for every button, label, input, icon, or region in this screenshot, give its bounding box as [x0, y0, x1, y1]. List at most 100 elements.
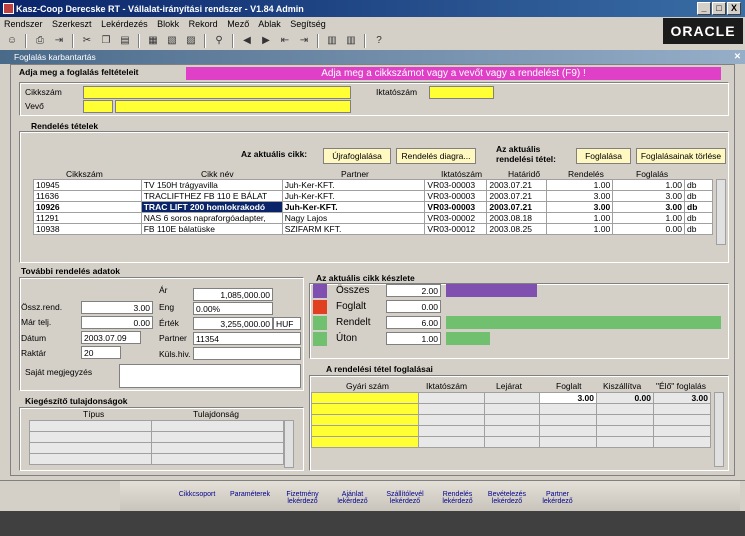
ossz-label: Össz.rend. [21, 302, 63, 312]
app-icon [3, 3, 14, 14]
iktato-input[interactable] [429, 86, 494, 99]
vevo-code-input[interactable] [83, 100, 113, 113]
ertek-field: 3,255,000.00 [193, 317, 273, 330]
link-bevetelezes[interactable]: Bevételezés lekérdező [482, 491, 532, 505]
minimize-button[interactable]: _ [697, 2, 711, 15]
vevo-name-input[interactable] [115, 100, 351, 113]
link-partner[interactable]: Partner lekérdező [535, 491, 580, 505]
first-icon[interactable]: ⇤ [277, 34, 293, 48]
extra-scrollbar[interactable] [284, 420, 294, 468]
kulshiv-field [193, 347, 301, 360]
col-tipus: Típus [83, 409, 105, 419]
datum-label: Dátum [21, 333, 47, 343]
stock-value: 6.00 [386, 316, 441, 329]
delete-reservations-button[interactable]: Foglalásainak törlése [636, 148, 726, 164]
note-input[interactable] [119, 364, 301, 388]
window-titlebar: Kasz-Coop Derecske RT - Vállalat-irányít… [0, 0, 745, 17]
datum-field: 2003.07.09 [81, 331, 141, 344]
table-row[interactable]: 11636 TRACLIFTHEZ FB 110 E BÁLAT Juh-Ker-K… [33, 190, 713, 202]
currency-field: HUF [273, 317, 301, 330]
last-icon[interactable]: ⇥ [296, 34, 312, 48]
eng-field: 0.00% [193, 302, 273, 315]
col-rendeles: Rendelés [568, 169, 604, 179]
cut-icon[interactable]: ✂ [79, 34, 95, 48]
menu-segitseg[interactable]: Segítség [290, 19, 326, 29]
kulshiv-label: Küls.hiv. [159, 349, 191, 359]
col-foglalas: Foglalás [636, 169, 669, 179]
save-icon[interactable]: ☺ [4, 34, 20, 48]
clear-record-icon[interactable]: ▨ [183, 34, 199, 48]
reserve-button[interactable]: Foglalása [576, 148, 631, 164]
link-parameterek[interactable]: Paraméterek [225, 491, 275, 498]
details-title: További rendelés adatok [21, 266, 121, 276]
table-row[interactable]: 3.00 0.00 3.00 [311, 392, 711, 404]
partner-label: Partner [159, 333, 187, 343]
paste-icon[interactable]: ▤ [117, 34, 133, 48]
reserve-again-button[interactable]: Újrafoglalása [323, 148, 391, 164]
reservations-scrollbar[interactable] [714, 392, 724, 467]
vevo-label: Vevő [25, 101, 44, 111]
maximize-button[interactable]: □ [712, 2, 726, 15]
table-row[interactable]: 11291 NAS 6 soros napraforgóadapter, Nagy … [33, 212, 713, 224]
form-close-icon[interactable]: ✕ [734, 51, 741, 62]
next-icon[interactable]: ▶ [258, 34, 274, 48]
add-record-icon[interactable]: ▦ [145, 34, 161, 48]
copy-icon[interactable]: ❐ [98, 34, 114, 48]
stock-label: Úton [336, 333, 358, 344]
link-cikkcsoport[interactable]: Cikkcsoport [172, 491, 222, 498]
menu-rekord[interactable]: Rekord [189, 19, 218, 29]
iktato-label: Iktatószám [376, 87, 418, 97]
current-order-label: Az aktuális rendelési tétel: [496, 144, 556, 164]
query-icon[interactable]: ⚲ [211, 34, 227, 48]
stock-bar [446, 316, 721, 329]
raktar-field: 20 [81, 346, 121, 359]
menu-mezo[interactable]: Mező [227, 19, 249, 29]
col-lejarat: Lejárat [496, 381, 522, 391]
table-row[interactable] [29, 420, 284, 432]
stock-value: 2.00 [386, 284, 441, 297]
col-elo: "Élő" foglalás [656, 381, 706, 391]
help-icon[interactable]: ? [371, 34, 387, 48]
link-szallitolevel[interactable]: Szállítólevél lekérdező [380, 491, 430, 505]
chart-icon[interactable]: ▥ [324, 34, 340, 48]
link-fizetmeny[interactable]: Fizetmény lekérdező [280, 491, 325, 505]
stock-bar [446, 332, 490, 345]
delete-record-icon[interactable]: ▧ [164, 34, 180, 48]
cikkszam-input[interactable] [83, 86, 351, 99]
link-ajanlat[interactable]: Ajánlat lekérdező [330, 491, 375, 505]
table-row[interactable] [29, 442, 284, 454]
menu-szerkeszt[interactable]: Szerkeszt [52, 19, 92, 29]
stock-label: Foglalt [336, 301, 367, 312]
table-row[interactable] [311, 436, 711, 448]
col-hatarido: Határidő [508, 169, 541, 179]
stock-value: 1.00 [386, 332, 441, 345]
form-titlebar: Foglalás karbantartás ✕ [0, 50, 745, 64]
menu-rendszer[interactable]: Rendszer [4, 19, 43, 29]
chart2-icon[interactable]: ▥ [343, 34, 359, 48]
col-gyariszam: Gyári szám [346, 381, 389, 391]
link-rendeles[interactable]: Rendelés lekérdező [435, 491, 480, 505]
col-partner: Partner [341, 169, 369, 179]
table-row[interactable] [29, 431, 284, 443]
table-row[interactable] [311, 425, 711, 437]
print-icon[interactable]: ⎙ [32, 34, 48, 48]
order-chart-button[interactable]: Rendelés diagra... [396, 148, 476, 164]
col-kiszallitva: Kiszállítva [603, 381, 642, 391]
stock-bar [446, 284, 537, 297]
table-row[interactable]: 10938 FB 110E bálatüske SZIFARM KFT. VR03-0… [33, 223, 713, 235]
table-row[interactable] [311, 403, 711, 415]
menu-lekerdezes[interactable]: Lekérdezés [101, 19, 148, 29]
stock-swatch [313, 316, 327, 330]
close-button[interactable]: X [727, 2, 741, 15]
prev-icon[interactable]: ◀ [239, 34, 255, 48]
menu-ablak[interactable]: Ablak [258, 19, 281, 29]
table-row-selected[interactable]: 10926 TRAC LIFT 200 homlokrakodó Juh-Ker-K… [33, 201, 713, 213]
col-res-iktato: Iktatószám [426, 381, 468, 391]
table-row[interactable] [29, 453, 284, 465]
orders-scrollbar[interactable] [716, 179, 726, 245]
table-row[interactable]: 10945 TV 150H trágyavilla Juh-Ker-KFT. VR03… [33, 179, 713, 191]
table-row[interactable] [311, 414, 711, 426]
menu-blokk[interactable]: Blokk [157, 19, 179, 29]
mar-label: Már telj. [21, 317, 52, 327]
exit-icon[interactable]: ⇥ [51, 34, 67, 48]
